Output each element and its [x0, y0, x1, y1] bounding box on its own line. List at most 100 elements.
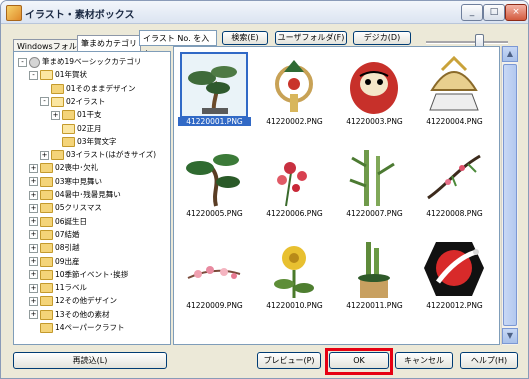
tree-item-label: 03年賀文字 — [77, 136, 117, 146]
folder-icon — [40, 163, 53, 174]
scroll-down-arrow[interactable]: ▼ — [502, 328, 518, 344]
thumbnail-filename: 41220012.PNG — [426, 301, 483, 310]
expand-icon[interactable]: + — [40, 150, 49, 160]
thumbnail-filename: 41220006.PNG — [266, 209, 323, 218]
tree-item[interactable]: +05クリスマス — [29, 202, 102, 214]
illust-number-input[interactable]: イラスト No. を入力 — [139, 30, 217, 59]
tree-item[interactable]: +09出産 — [29, 256, 80, 267]
tree-item[interactable]: +13その他の素材 — [29, 309, 110, 320]
folder-icon — [40, 296, 53, 307]
maximize-button[interactable]: □ — [483, 4, 505, 21]
tree-item[interactable]: +07結婚 — [29, 229, 80, 240]
thumbnail-cell[interactable]: 41220010.PNG — [258, 235, 331, 313]
user-folder-button[interactable]: ユーザフォルダ(F) — [275, 31, 347, 45]
folder-icon — [40, 216, 53, 227]
tree-item-label: 12その他デザイン — [55, 296, 118, 306]
collapse-icon[interactable]: - — [29, 70, 38, 80]
expand-icon[interactable]: + — [29, 270, 38, 280]
grid-scrollbar[interactable]: ▲ ▼ — [501, 46, 518, 345]
expand-icon[interactable]: + — [29, 217, 38, 227]
folder-icon — [62, 110, 75, 121]
tree-item[interactable]: 01そのままデザイン — [40, 83, 136, 94]
tree-item-label: 14ペーパークラフト — [55, 323, 125, 332]
tree-item[interactable]: +03寒中見舞い — [29, 176, 102, 187]
title-bar[interactable]: イラスト・素材ボックス _ □ × — [1, 1, 528, 24]
scroll-thumb[interactable] — [503, 64, 517, 326]
tree-item[interactable]: - 01年賀状 — [29, 69, 87, 81]
tree-item[interactable]: +11ラベル — [29, 282, 88, 294]
bamboo-illustration — [349, 150, 395, 206]
thumbnail-cell[interactable]: 41220008.PNG — [418, 143, 491, 221]
expand-icon[interactable]: + — [29, 203, 38, 213]
tree-item-label: 11ラベル — [55, 283, 88, 293]
thumbnail-cell[interactable]: 41220012.PNG — [418, 235, 491, 313]
expand-icon[interactable]: + — [29, 296, 38, 306]
thumbnail-cell[interactable]: 41220002.PNG — [258, 51, 331, 129]
tab-fudemame-category[interactable]: 筆まめカテゴリ — [77, 35, 141, 52]
tree-item-label: 01干支 — [77, 110, 102, 120]
thumbnail-filename: 41220002.PNG — [266, 117, 323, 126]
tree-item[interactable]: +12その他デザイン — [29, 295, 118, 307]
app-icon — [6, 5, 22, 21]
thumbnail-filename: 41220003.PNG — [346, 117, 403, 126]
plum-branch-illustration — [427, 154, 481, 200]
expand-icon[interactable]: + — [29, 190, 38, 200]
tree-item[interactable]: 03年賀文字 — [51, 136, 117, 147]
close-button[interactable]: × — [505, 4, 527, 21]
folder-icon — [51, 96, 64, 107]
scroll-up-arrow[interactable]: ▲ — [502, 46, 518, 62]
collapse-icon[interactable]: - — [40, 97, 49, 107]
tree-item[interactable]: +06誕生日 — [29, 216, 87, 227]
thumbnail-filename: 41220007.PNG — [346, 209, 403, 218]
tree-item[interactable]: +01干支 — [51, 109, 102, 121]
collapse-icon[interactable]: - — [18, 57, 27, 67]
thumbnail-filename: 41220010.PNG — [266, 301, 323, 310]
expand-icon[interactable]: + — [29, 163, 38, 173]
expand-icon[interactable]: + — [29, 177, 38, 187]
thumbnail-size-slider-track[interactable] — [426, 41, 508, 44]
minimize-button[interactable]: _ — [461, 4, 483, 21]
rope-ornament-illustration — [275, 60, 313, 112]
tree-item[interactable]: - 筆まめ19ベーシックカテゴリ — [18, 56, 141, 68]
tree-item-label: 09出産 — [55, 256, 80, 266]
help-button[interactable]: ヘルプ(H) — [460, 352, 518, 369]
kadomatsu-illustration — [358, 242, 390, 298]
reload-button[interactable]: 再読込(L) — [13, 352, 167, 369]
expand-icon[interactable]: + — [29, 230, 38, 240]
thumbnail-cell[interactable]: 41220011.PNG — [338, 235, 411, 313]
thumbnail-cell[interactable]: 41220009.PNG — [178, 235, 251, 313]
folder-icon — [40, 176, 53, 187]
tree-item[interactable]: - 02イラスト — [40, 96, 105, 107]
folder-icon — [40, 323, 53, 333]
thumbnail-grid[interactable]: 41220001.PNG 41220002.PNG 41220003.PNG 4122… — [173, 46, 500, 345]
thumbnail-filename: 41220011.PNG — [346, 301, 403, 310]
thumbnail-cell[interactable]: 41220007.PNG — [338, 143, 411, 221]
category-tree[interactable]: - 筆まめ19ベーシックカテゴリ -01年賀状 01そのままデザイン -02イラスト +0… — [13, 51, 171, 345]
tree-item-label: 03イラスト(はがきサイズ) — [66, 150, 157, 160]
preview-button[interactable]: プレビュー(P) — [257, 352, 321, 369]
tree-item[interactable]: 02正月 — [51, 123, 102, 134]
tree-item[interactable]: +08引越 — [29, 242, 80, 254]
thumbnail-filename: 41220004.PNG — [426, 117, 483, 126]
cancel-button[interactable]: キャンセル — [395, 352, 453, 369]
expand-icon[interactable]: + — [51, 110, 60, 120]
tree-item[interactable]: +10季節イベント･挨拶 — [29, 269, 128, 280]
tree-item[interactable]: +03イラスト(はがきサイズ) — [40, 149, 157, 161]
expand-icon[interactable]: + — [29, 310, 38, 320]
digicam-button[interactable]: デジカ(D) — [353, 31, 411, 45]
expand-icon[interactable]: + — [29, 283, 38, 293]
folder-icon — [40, 229, 53, 240]
search-button[interactable]: 検索(E) — [222, 31, 268, 45]
window-title: イラスト・素材ボックス — [25, 10, 135, 21]
tree-item[interactable]: 14ペーパークラフト — [29, 322, 124, 333]
expand-icon[interactable]: + — [29, 243, 38, 253]
tree-item[interactable]: +04暑中･残暑見舞い — [29, 189, 121, 200]
daruma-illustration — [350, 62, 398, 114]
thumbnail-cell[interactable]: 41220006.PNG — [258, 143, 331, 221]
expand-icon[interactable]: + — [29, 257, 38, 266]
thumbnail-cell[interactable]: 41220003.PNG — [338, 51, 411, 129]
thumbnail-cell[interactable]: 41220004.PNG — [418, 51, 491, 129]
thumbnail-cell[interactable]: 41220005.PNG — [178, 143, 251, 221]
tree-item[interactable]: +02喪中･欠礼 — [29, 162, 98, 174]
thumbnail-cell[interactable]: 41220001.PNG — [178, 51, 251, 129]
